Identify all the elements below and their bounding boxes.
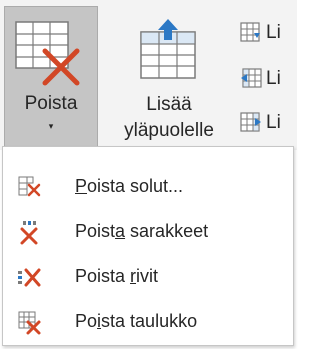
delete-button-label: Poista (24, 93, 78, 114)
insert-row-below-icon (240, 22, 262, 49)
menu-item-delete-cells[interactable]: Poista solut... (3, 165, 293, 209)
insert-right-button[interactable]: Li (238, 110, 297, 138)
insert-right-label: Li (266, 112, 281, 133)
menu-item-label: Poista solut... (75, 176, 184, 196)
menu-item-delete-columns[interactable]: Poista sarakkeet (3, 210, 293, 254)
delete-cells-icon (17, 175, 43, 204)
chevron-down-icon: ▾ (48, 121, 54, 131)
menu-item-label: Poista sarakkeet (75, 221, 209, 241)
insert-column-right-icon (240, 112, 262, 139)
insert-above-label-line2: yläpuolelle (124, 120, 214, 141)
delete-columns-icon (17, 220, 43, 251)
insert-below-label: Li (266, 22, 281, 43)
menu-item-label: Poista rivit (75, 266, 159, 286)
insert-left-button[interactable]: Li (238, 66, 297, 94)
delete-button[interactable]: Poista ▾ (4, 6, 98, 148)
menu-item-delete-rows[interactable]: Poista rivit (3, 255, 293, 299)
delete-rows-icon (17, 265, 45, 294)
delete-table-icon (15, 21, 87, 92)
menu-item-label: Poista taulukko (75, 311, 198, 331)
insert-column-left-icon (240, 68, 262, 95)
insert-above-label-line1: Lisää (146, 94, 192, 115)
ribbon-group: Poista ▾ Lisää yläpuolelle Li Li Li (0, 0, 297, 150)
insert-below-button[interactable]: Li (238, 20, 297, 48)
insert-above-button[interactable]: Lisää yläpuolelle (104, 6, 234, 148)
menu-item-delete-table[interactable]: Poista taulukko (3, 300, 293, 344)
insert-row-above-icon (139, 18, 199, 87)
delete-dropdown-menu: Poista solut... Poista sarakkeet Poista (2, 146, 294, 346)
insert-left-label: Li (266, 68, 281, 89)
delete-table-icon (17, 310, 43, 341)
